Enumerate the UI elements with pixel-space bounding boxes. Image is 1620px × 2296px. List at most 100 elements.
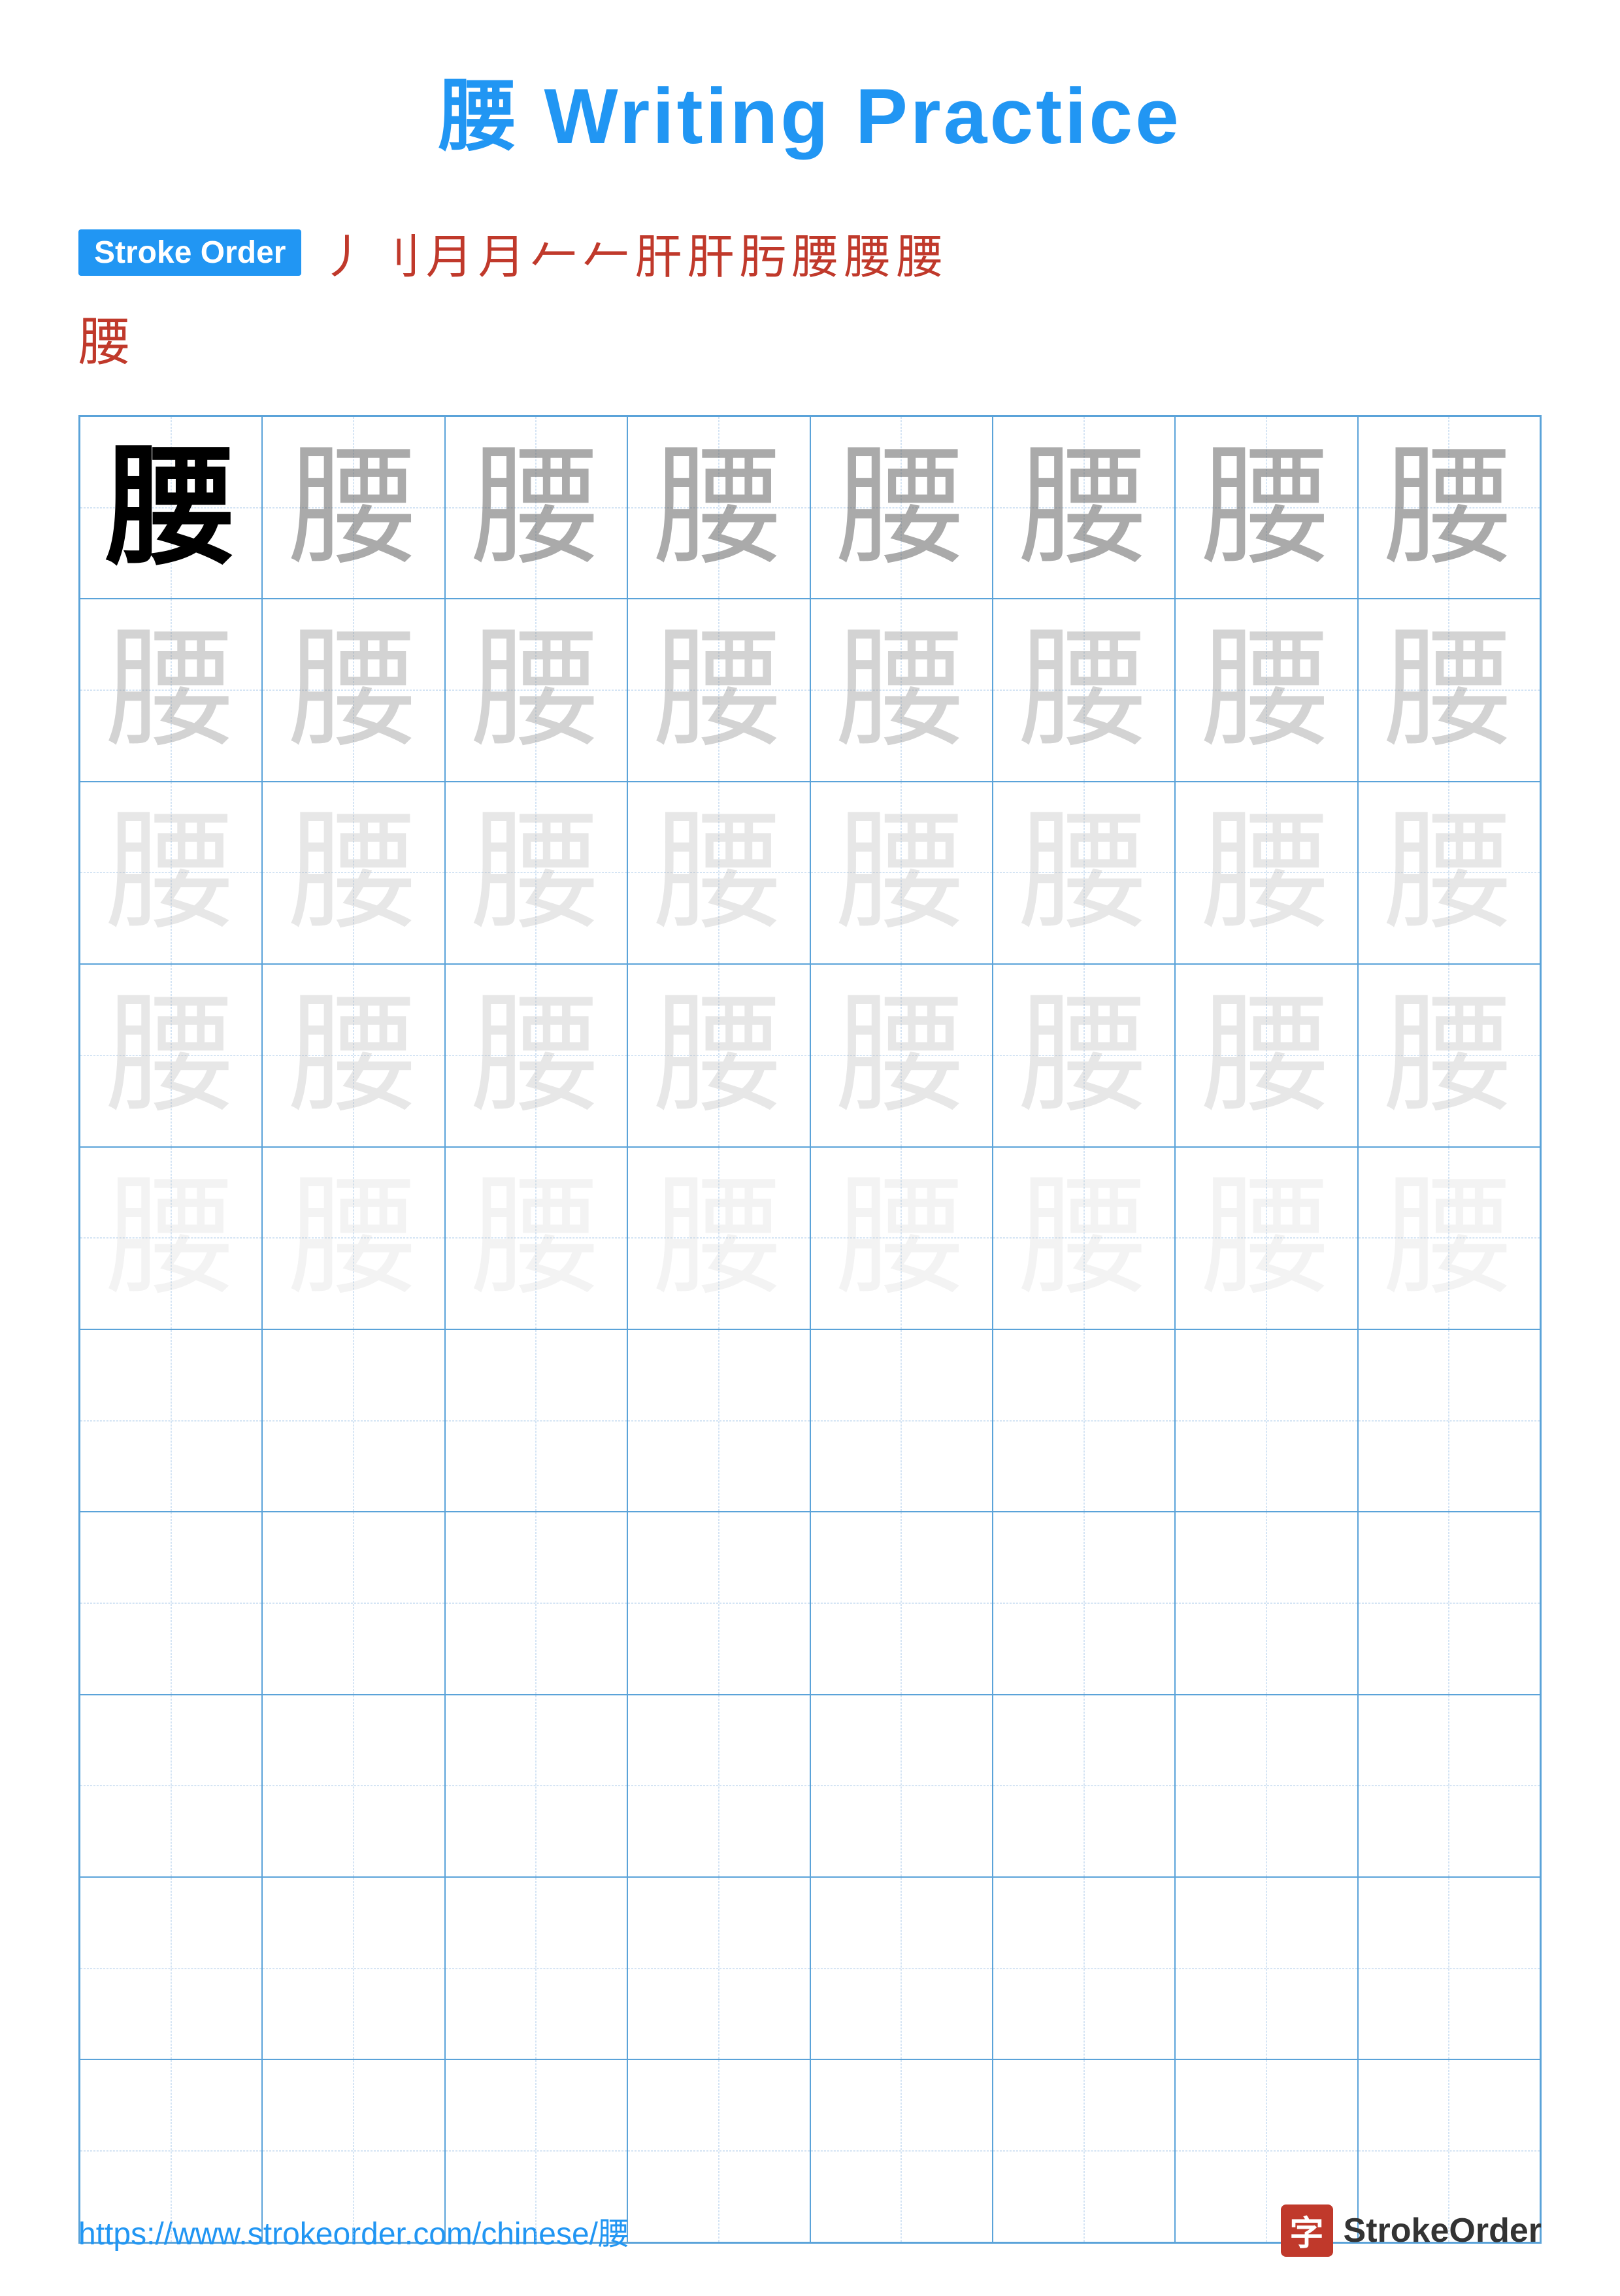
grid-cell[interactable]: 腰 (993, 1147, 1175, 1329)
grid-cell[interactable]: 腰 (810, 416, 993, 599)
grid-cell[interactable]: 腰 (627, 782, 810, 964)
practice-char: 腰 (1201, 442, 1332, 573)
grid-row: 腰 腰 腰 腰 腰 腰 腰 腰 (80, 1147, 1540, 1329)
grid-cell[interactable]: 腰 (1358, 416, 1540, 599)
grid-cell[interactable]: 腰 (80, 1147, 262, 1329)
grid-cell[interactable]: 腰 (80, 782, 262, 964)
grid-row: 腰 腰 腰 腰 腰 腰 腰 腰 (80, 599, 1540, 781)
grid-cell[interactable]: 腰 (810, 599, 993, 781)
grid-cell[interactable]: 腰 (627, 964, 810, 1146)
grid-cell[interactable]: 腰 (1358, 1329, 1540, 1512)
grid-cell[interactable]: 腰 (80, 1329, 262, 1512)
grid-cell[interactable] (445, 1877, 627, 2059)
practice-char: 腰 (836, 990, 967, 1121)
grid-cell[interactable]: 腰 (80, 416, 262, 599)
grid-cell[interactable] (1358, 1877, 1540, 2059)
grid-cell[interactable] (1175, 1512, 1357, 1694)
grid-cell[interactable]: 腰 (262, 782, 444, 964)
grid-cell[interactable] (993, 1877, 1175, 2059)
title-rest: Writing Practice (520, 73, 1182, 160)
footer: https://www.strokeorder.com/chinese/腰 字 … (78, 2204, 1542, 2257)
grid-row (80, 1695, 1540, 1877)
practice-char: 腰 (1383, 1173, 1514, 1303)
practice-char: 腰 (653, 807, 784, 938)
practice-char: 腰 (288, 807, 419, 938)
grid-cell[interactable] (262, 1695, 444, 1877)
grid-cell[interactable]: 腰 (262, 416, 444, 599)
grid-cell[interactable] (993, 1695, 1175, 1877)
title-char: 腰 (438, 73, 520, 160)
grid-cell[interactable] (1175, 1877, 1357, 2059)
grid-cell[interactable]: 腰 (1175, 1329, 1357, 1512)
practice-char: 腰 (106, 990, 237, 1121)
grid-cell[interactable]: 腰 (627, 1329, 810, 1512)
grid-cell[interactable] (993, 1512, 1175, 1694)
practice-char: 腰 (471, 1173, 601, 1303)
grid-cell[interactable]: 腰 (445, 599, 627, 781)
grid-cell[interactable]: 腰 (627, 1147, 810, 1329)
grid-cell[interactable]: 腰 (262, 1147, 444, 1329)
grid-cell[interactable]: 腰 (993, 599, 1175, 781)
grid-cell[interactable]: 腰 (1175, 782, 1357, 964)
grid-cell[interactable]: 腰 (627, 416, 810, 599)
grid-cell[interactable]: 腰 (1358, 964, 1540, 1146)
grid-cell[interactable]: 腰 (1175, 964, 1357, 1146)
grid-cell[interactable]: 腰 (810, 964, 993, 1146)
footer-logo-text: StrokeOrder (1344, 2211, 1542, 2250)
grid-cell[interactable]: 腰 (993, 964, 1175, 1146)
grid-cell[interactable]: 腰 (262, 1329, 444, 1512)
grid-cell[interactable] (1175, 1695, 1357, 1877)
grid-cell[interactable]: 腰 (445, 964, 627, 1146)
grid-cell[interactable] (810, 1877, 993, 2059)
grid-cell[interactable] (262, 1512, 444, 1694)
grid-cell[interactable]: 腰 (262, 599, 444, 781)
grid-cell[interactable]: 腰 (445, 1329, 627, 1512)
grid-cell[interactable] (1358, 1512, 1540, 1694)
grid-row: 腰 腰 腰 腰 腰 腰 腰 腰 (80, 782, 1540, 964)
practice-char: 腰 (1019, 1173, 1149, 1303)
grid-cell[interactable] (262, 1877, 444, 2059)
practice-char: 腰 (106, 625, 237, 756)
grid-cell[interactable]: 腰 (445, 416, 627, 599)
grid-cell[interactable] (810, 1695, 993, 1877)
grid-cell[interactable]: 腰 (445, 1147, 627, 1329)
grid-cell[interactable] (445, 1695, 627, 1877)
grid-cell[interactable]: 腰 (80, 599, 262, 781)
grid-cell[interactable] (80, 1695, 262, 1877)
grid-cell[interactable]: 腰 (1175, 1147, 1357, 1329)
stroke-chars: 丿 刂 月 月 𠂉 𠂉 肝 肝 肟 腰 腰 腰 (321, 218, 943, 287)
grid-cell[interactable]: 腰 (810, 1147, 993, 1329)
grid-cell[interactable]: 腰 (810, 782, 993, 964)
grid-cell[interactable]: 腰 (810, 1329, 993, 1512)
grid-cell[interactable]: 腰 (80, 964, 262, 1146)
practice-char: 腰 (1383, 807, 1514, 938)
grid-cell[interactable]: 腰 (1175, 416, 1357, 599)
grid-cell[interactable]: 腰 (1175, 599, 1357, 781)
grid-cell[interactable]: 腰 (445, 782, 627, 964)
grid-cell[interactable]: 腰 (1358, 782, 1540, 964)
footer-logo: 字 StrokeOrder (1281, 2204, 1542, 2257)
grid-cell[interactable]: 腰 (1358, 1147, 1540, 1329)
practice-char: 腰 (471, 442, 601, 573)
grid-cell[interactable] (627, 1877, 810, 2059)
grid-cell[interactable] (627, 1512, 810, 1694)
stroke-order-badge: Stroke Order (78, 229, 301, 276)
grid-cell[interactable]: 腰 (993, 1329, 1175, 1512)
grid-cell[interactable] (810, 1512, 993, 1694)
practice-char: 腰 (1383, 990, 1514, 1121)
grid-cell[interactable] (445, 1512, 627, 1694)
grid-cell[interactable] (627, 1695, 810, 1877)
grid-cell[interactable] (80, 1512, 262, 1694)
practice-char: 腰 (1383, 442, 1514, 573)
grid-cell[interactable]: 腰 (262, 964, 444, 1146)
practice-char: 腰 (1201, 990, 1332, 1121)
grid-cell[interactable]: 腰 (993, 416, 1175, 599)
grid-cell[interactable]: 腰 (993, 782, 1175, 964)
practice-char: 腰 (1383, 625, 1514, 756)
grid-cell[interactable]: 腰 (1358, 599, 1540, 781)
grid-cell[interactable]: 腰 (627, 599, 810, 781)
practice-char: 腰 (1019, 807, 1149, 938)
grid-cell[interactable] (1358, 1695, 1540, 1877)
grid-cell[interactable] (80, 1877, 262, 2059)
practice-char: 腰 (106, 442, 237, 573)
